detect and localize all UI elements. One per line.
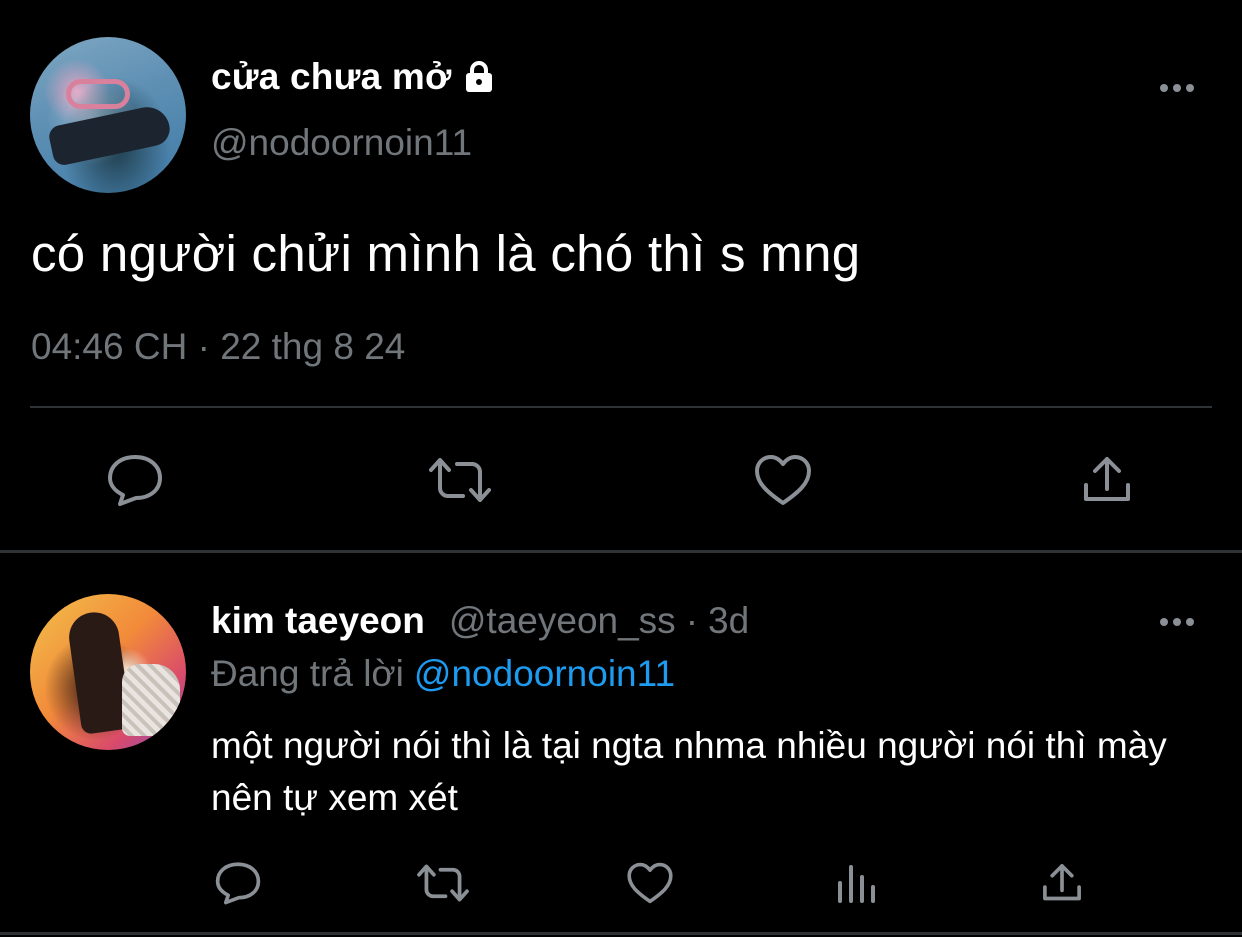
reply-header: kim taeyeon @taeyeon_ss · 3d (211, 600, 749, 642)
avatar-goggle-shape (66, 79, 130, 109)
more-dot-icon (1186, 84, 1194, 92)
avatar[interactable] (30, 37, 186, 193)
more-dot-icon (1160, 84, 1168, 92)
main-tweet: cửa chưa mở @nodoornoin11 có người chửi … (0, 0, 1242, 552)
like-icon (627, 862, 673, 904)
reply-time[interactable]: 3d (708, 600, 749, 642)
views-icon (838, 865, 875, 903)
more-dot-icon (1173, 618, 1181, 626)
more-dot-icon (1160, 618, 1168, 626)
avatar-dress-shape (122, 664, 180, 736)
avatar[interactable] (30, 594, 186, 750)
retweet-icon (417, 864, 469, 902)
more-dot-icon (1186, 618, 1194, 626)
replying-to: Đang trả lời @nodoornoin11 (211, 653, 675, 695)
reply-button[interactable] (100, 440, 170, 520)
share-button[interactable] (1072, 440, 1142, 520)
more-dot-icon (1173, 84, 1181, 92)
retweet-button[interactable] (420, 440, 500, 520)
tweet-text: có người chửi mình là chó thì s mng (31, 225, 861, 282)
divider (0, 932, 1242, 935)
share-button[interactable] (1034, 852, 1090, 914)
share-icon (1084, 457, 1130, 501)
share-icon (1043, 864, 1081, 901)
tweet-action-bar (0, 440, 1242, 520)
reply-display-name[interactable]: kim taeyeon (211, 600, 425, 642)
reply-action-bar (0, 852, 1242, 914)
like-icon (755, 455, 811, 505)
divider (0, 550, 1242, 553)
author-handle[interactable]: @nodoornoin11 (211, 122, 472, 164)
tweet-detail-page: cửa chưa mở @nodoornoin11 có người chửi … (0, 0, 1242, 937)
like-button[interactable] (748, 440, 818, 520)
like-button[interactable] (622, 852, 678, 914)
replying-to-label: Đang trả lời (211, 653, 404, 694)
retweet-icon (429, 458, 491, 502)
more-options-button[interactable] (1160, 84, 1194, 92)
reply-icon (108, 455, 162, 506)
separator-dot: · (685, 600, 699, 641)
reply-icon (215, 862, 261, 905)
reply-handle[interactable]: @taeyeon_ss (449, 600, 676, 642)
reply-text: một người nói thì là tại ngta nhma nhiều… (211, 725, 1167, 818)
more-options-button[interactable] (1160, 618, 1194, 626)
divider (30, 406, 1212, 408)
display-name[interactable]: cửa chưa mở (211, 56, 451, 98)
tweet-timestamp[interactable]: 04:46 CH · 22 thg 8 24 (31, 326, 405, 368)
lock-icon (461, 59, 497, 95)
avatar-body-shape (47, 102, 173, 168)
retweet-button[interactable] (410, 852, 476, 914)
author-name-row[interactable]: cửa chưa mở (211, 56, 497, 98)
reply-button[interactable] (210, 852, 266, 914)
views-button[interactable] (828, 852, 884, 914)
replying-to-handle-link[interactable]: @nodoornoin11 (414, 653, 675, 694)
